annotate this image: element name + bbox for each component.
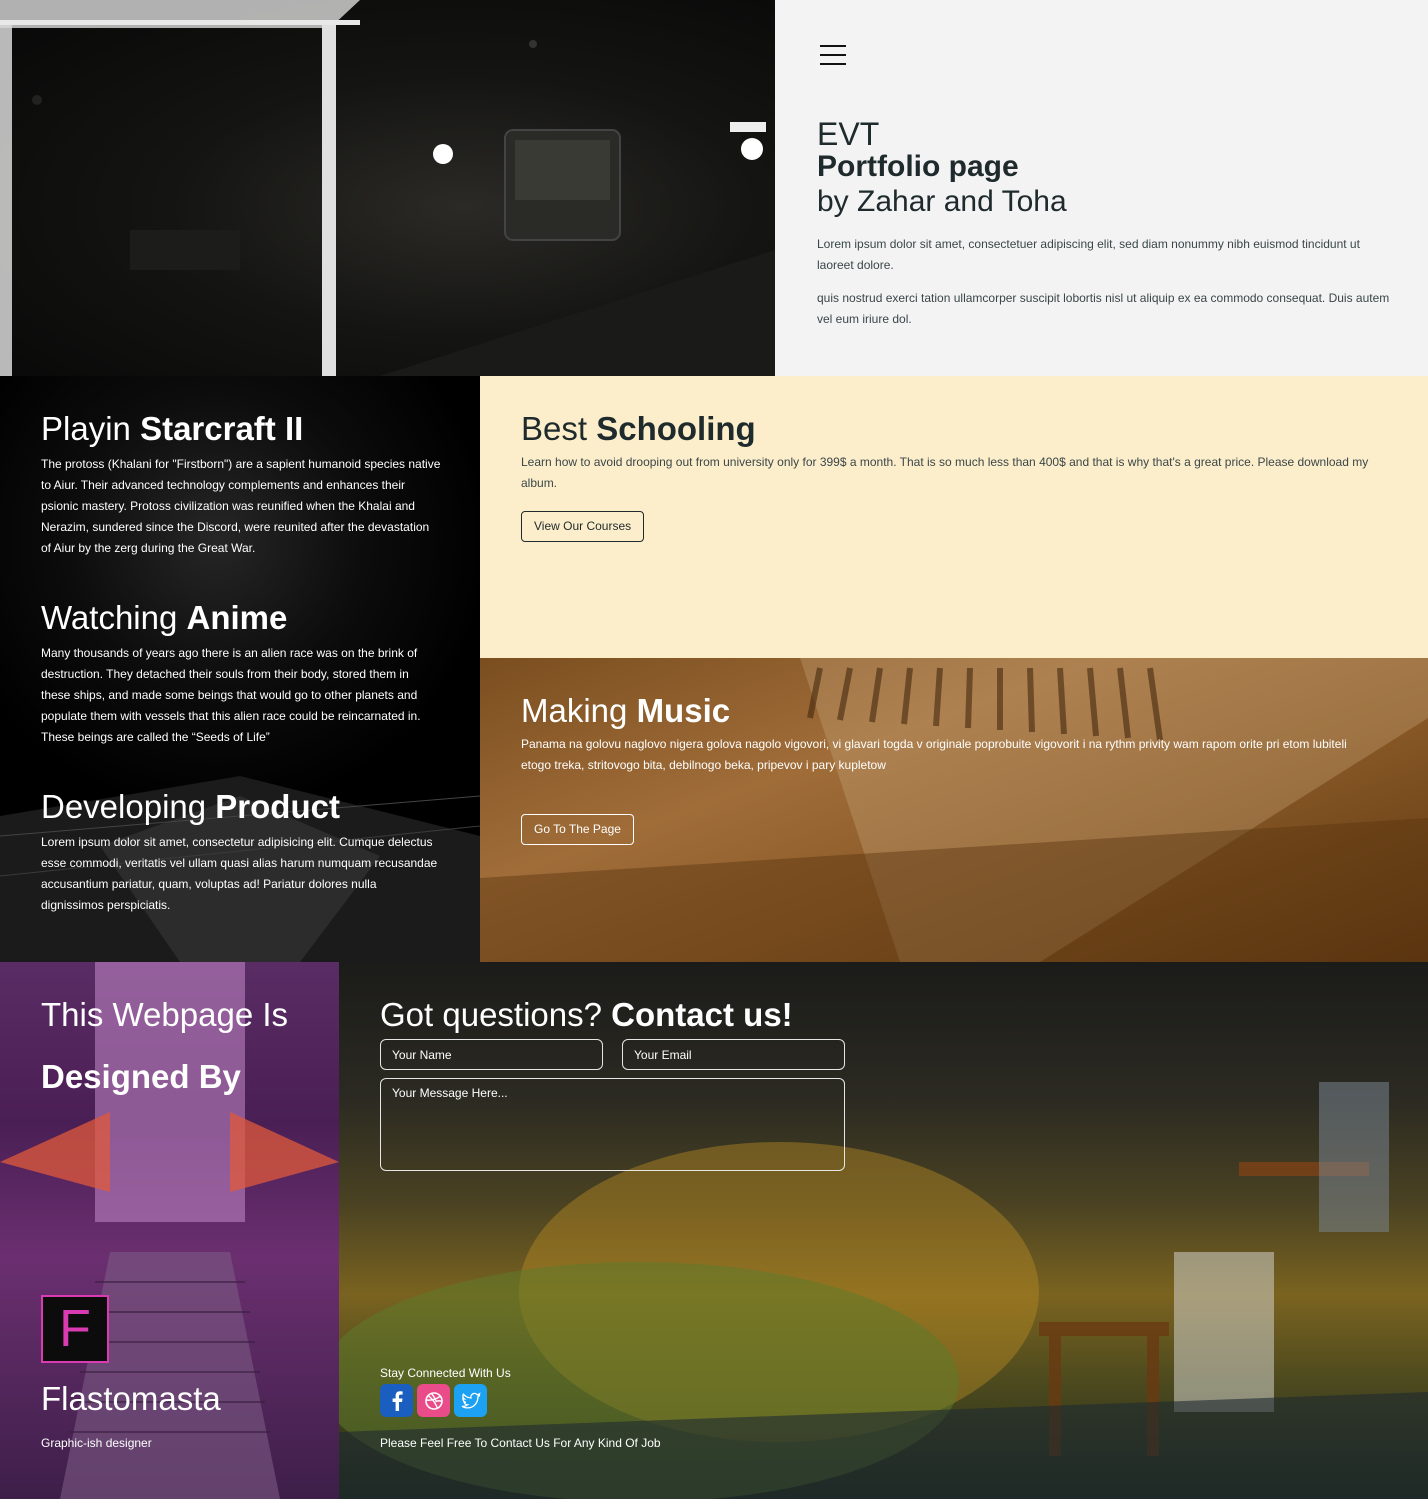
email-input[interactable] xyxy=(622,1039,845,1070)
message-textarea[interactable] xyxy=(380,1078,845,1171)
schooling-text: Learn how to avoid drooping out from uni… xyxy=(521,455,1369,490)
name-input[interactable] xyxy=(380,1039,603,1070)
interest-product-text: Lorem ipsum dolor sit amet, consectetur … xyxy=(41,835,438,912)
music-text: Panama na golovu naglovo nigera golova n… xyxy=(521,737,1347,772)
music-heading: Making Music xyxy=(521,692,731,729)
interest-product-heading: Developing Product xyxy=(41,788,340,825)
interest-product: Developing Product Lorem ipsum dolor sit… xyxy=(41,788,441,916)
schooling-section: Best Schooling Learn how to avoid droopi… xyxy=(480,376,1428,658)
go-to-page-button[interactable]: Go To The Page xyxy=(521,814,634,845)
designer-heading-bold: Designed By xyxy=(41,1058,241,1095)
hero-paragraph-1: Lorem ipsum dolor sit amet, consectetuer… xyxy=(817,237,1360,272)
interest-anime-heading: Watching Anime xyxy=(41,599,288,636)
hero-photo xyxy=(0,0,775,376)
hero-title: Portfolio page xyxy=(817,150,1019,183)
hero-eyebrow: EVT xyxy=(817,116,880,152)
interest-starcraft-text: The protoss (Khalani for "Firstborn") ar… xyxy=(41,457,441,555)
designer-name: Flastomasta xyxy=(41,1380,221,1417)
designer-section: This Webpage Is Designed By F Flastomast… xyxy=(0,962,339,1499)
designer-logo-icon: F xyxy=(41,1295,109,1363)
schooling-heading: Best Schooling xyxy=(521,410,756,447)
hamburger-menu-icon[interactable] xyxy=(820,45,846,67)
hero-subtitle: by Zahar and Toha xyxy=(817,185,1067,218)
stage-background-image xyxy=(0,962,339,1499)
contact-footer-note: Please Feel Free To Contact Us For Any K… xyxy=(380,1436,661,1450)
hero-panel: EVT Portfolio page by Zahar and Toha Lor… xyxy=(775,0,1428,376)
social-links xyxy=(380,1384,487,1417)
twitter-icon[interactable] xyxy=(454,1384,487,1417)
stay-connected-label: Stay Connected With Us xyxy=(380,1366,511,1380)
interest-starcraft-heading: Playin Starcraft II xyxy=(41,410,304,447)
music-section: Making Music Panama na golovu naglovo ni… xyxy=(480,658,1428,962)
interest-starcraft: Playin Starcraft II The protoss (Khalani… xyxy=(41,410,441,559)
designer-heading-light: This Webpage Is xyxy=(41,996,289,1033)
hero-paragraph-2: quis nostrud exerci tation ullamcorper s… xyxy=(817,291,1390,326)
interest-anime-text: Many thousands of years ago there is an … xyxy=(41,646,421,744)
designer-role: Graphic-ish designer xyxy=(41,1436,152,1450)
view-courses-button[interactable]: View Our Courses xyxy=(521,511,645,542)
contact-heading: Got questions? Contact us! xyxy=(380,996,793,1033)
interests-section: Playin Starcraft II The protoss (Khalani… xyxy=(0,376,480,962)
interest-anime: Watching Anime Many thousands of years a… xyxy=(41,599,441,748)
dribbble-icon[interactable] xyxy=(417,1384,450,1417)
contact-section: Got questions? Contact us! Stay Connecte… xyxy=(339,962,1428,1499)
night-bus-stop-image xyxy=(0,0,775,376)
facebook-icon[interactable] xyxy=(380,1384,413,1417)
